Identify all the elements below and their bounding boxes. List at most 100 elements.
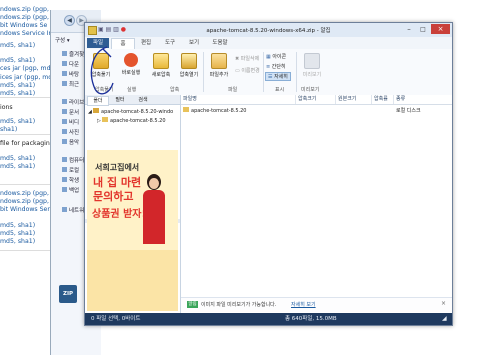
rename-button[interactable]: ▭ 이름변경 — [235, 67, 260, 74]
explorer-nav-item[interactable]: 바탕 — [62, 70, 79, 78]
pen-annotation — [90, 46, 114, 95]
nav-item-icon — [62, 71, 67, 76]
group-file-label: 파일 — [228, 87, 238, 93]
delete-file-button[interactable]: ✖ 파일삭제 — [235, 55, 259, 62]
open-archive-icon — [181, 53, 197, 69]
add-file-label: 파일추가 — [209, 72, 229, 78]
tab-tools[interactable]: 도구 — [159, 38, 181, 48]
tree-root-label: apache-tomcat-8.5.20-windo — [101, 109, 174, 115]
folder-icon — [183, 107, 189, 112]
file-name-cell-text: apache-tomcat-8.5.20 — [191, 108, 247, 114]
explorer-nav-item[interactable]: 비디 — [62, 118, 80, 126]
explorer-nav-item[interactable]: 네트워 — [62, 206, 84, 214]
tab-search[interactable]: 검색 — [133, 96, 153, 104]
ribbon-tabs: 파일 홈 편집 도구 보기 도움말 — [85, 37, 452, 49]
view-icons-button[interactable]: ▦ 아이콘 — [266, 53, 286, 60]
view-list-button[interactable]: ≡ 간단히 — [266, 63, 286, 70]
group-compress-label: 압축 — [170, 87, 180, 93]
file-list: 파일명 압축크기 원본크기 압축률 종류 apache-tomcat-8.5.2… — [181, 95, 452, 285]
notice-details-link[interactable]: 자세히 보기 — [291, 301, 316, 308]
background-link-line[interactable]: md5, sha1) — [0, 230, 35, 237]
background-link-line[interactable]: ndows.zip (pgp, — [0, 6, 49, 13]
tab-edit[interactable]: 편집 — [135, 38, 157, 48]
background-link-line: ions — [0, 104, 13, 111]
explorer-nav-item[interactable]: 학생 — [62, 176, 79, 184]
column-original-size[interactable]: 원본크기 — [336, 95, 372, 104]
zip-taskbar-icon[interactable]: ZIP — [59, 285, 77, 303]
explorer-nav-item[interactable]: 다운 — [62, 60, 80, 68]
explorer-nav-item[interactable]: 음악 — [62, 138, 80, 146]
column-filename[interactable]: 파일명 — [181, 95, 296, 104]
type-cell: 로컬 디스크 — [396, 107, 421, 114]
nav-item-icon — [62, 81, 67, 86]
explorer-nav-item[interactable]: 즐겨찾 — [62, 50, 84, 58]
explorer-nav-item[interactable]: 라이브 — [62, 98, 84, 106]
background-link-line[interactable]: md5, sha1) — [0, 238, 35, 245]
explorer-nav-label: 최근 — [69, 82, 80, 88]
nav-item-icon — [62, 119, 67, 124]
explorer-nav-item[interactable]: 컴퓨터 — [62, 156, 85, 164]
open-archive-button[interactable]: 압축열기 — [175, 51, 203, 87]
tree-child[interactable]: ▷ apache-tomcat-8.5.20 — [97, 117, 166, 124]
background-link-line[interactable]: ces jar (pgp, md5 — [0, 65, 54, 72]
resize-grip-icon[interactable]: ◢ — [442, 313, 447, 325]
delete-file-label: 파일삭제 — [240, 56, 260, 62]
file-list-header: 파일명 압축크기 원본크기 압축률 종류 — [181, 95, 452, 105]
view-details-button[interactable]: ☰ 자세히 — [265, 72, 291, 81]
preview-label: 미리보기 — [302, 72, 322, 78]
background-link-line[interactable]: md5, sha1) — [0, 163, 35, 170]
preview-button[interactable]: 미리보기 — [298, 51, 326, 87]
column-compressed-size[interactable]: 압축크기 — [296, 95, 336, 104]
maximize-button[interactable]: □ — [417, 25, 429, 34]
explorer-nav-label: 문서 — [69, 110, 80, 116]
background-link-line[interactable]: md5, sha1) — [0, 90, 35, 97]
background-link-line[interactable]: ices jar (pgp, md — [0, 74, 52, 81]
new-archive-icon — [153, 53, 169, 69]
archive-icon — [93, 108, 100, 113]
explorer-nav-label: 컴퓨터 — [69, 158, 85, 164]
rename-icon: ▭ — [235, 68, 240, 74]
nav-item-icon — [62, 61, 67, 66]
column-ratio[interactable]: 압축률 — [372, 95, 394, 104]
nav-item-icon — [62, 207, 67, 212]
background-link-line[interactable]: md5, sha1) — [0, 222, 35, 229]
explorer-nav-label: 로컬 — [69, 168, 80, 174]
tab-view[interactable]: 보기 — [183, 38, 205, 48]
nav-item-icon — [62, 157, 67, 162]
explorer-nav-item[interactable]: 백업 — [62, 186, 79, 194]
tree-root[interactable]: ◢ apache-tomcat-8.5.20-windo — [88, 108, 173, 115]
explorer-nav-label: 다운 — [69, 62, 80, 68]
explorer-nav-item[interactable]: 문서 — [62, 108, 80, 116]
background-link-line[interactable]: sha1) — [0, 126, 17, 133]
close-notice-icon[interactable]: × — [441, 300, 446, 307]
background-link-line[interactable]: md5, sha1) — [0, 118, 35, 125]
column-type[interactable]: 종류 — [394, 95, 452, 104]
background-link-line[interactable]: md5, sha1) — [0, 57, 35, 64]
explorer-nav-item[interactable]: 로컬 — [62, 166, 80, 174]
explorer-nav-item[interactable]: 최근 — [62, 80, 80, 88]
status-total: 총 640파일, 15.0MB — [285, 316, 337, 322]
explorer-nav-label: 음악 — [69, 140, 80, 146]
back-arrow-icon[interactable]: ◀ — [64, 15, 75, 26]
background-link-line[interactable]: bit Windows Se — [0, 22, 47, 29]
nav-item-icon — [62, 177, 67, 182]
ad-person-illustration — [139, 174, 167, 244]
tab-help[interactable]: 도움말 — [207, 38, 233, 48]
expand-icon[interactable]: ▷ — [97, 118, 101, 124]
table-row[interactable]: apache-tomcat-8.5.20 로컬 디스크 — [181, 106, 452, 115]
close-button[interactable]: × — [431, 24, 450, 34]
explorer-nav-label: 비디 — [69, 120, 80, 126]
organize-button[interactable]: 구성 ▾ — [55, 36, 70, 44]
alzip-window: ▣ ▤ ▥ ● apache-tomcat-8.5.20-windows-x64… — [84, 22, 453, 326]
background-link-line[interactable]: md5, sha1) — [0, 155, 35, 162]
minimize-button[interactable]: – — [403, 25, 415, 34]
nav-item-icon — [62, 109, 67, 114]
advertisement-banner[interactable]: 서희고집에서 내 집 마련 문의하고 상품권 받자! — [87, 150, 178, 311]
add-file-button[interactable]: 파일추가 — [205, 51, 233, 87]
collapse-icon[interactable]: ◢ — [88, 109, 92, 115]
preview-notice-bar: 알림 이미지 파일 미리보기가 가능합니다. 자세히 보기 × — [181, 297, 452, 312]
background-link-line[interactable]: md5, sha1) — [0, 82, 35, 89]
new-archive-button[interactable]: 새로압축 — [147, 51, 175, 87]
background-link-line[interactable]: md5, sha1) — [0, 42, 35, 49]
explorer-nav-item[interactable]: 사진 — [62, 128, 79, 136]
